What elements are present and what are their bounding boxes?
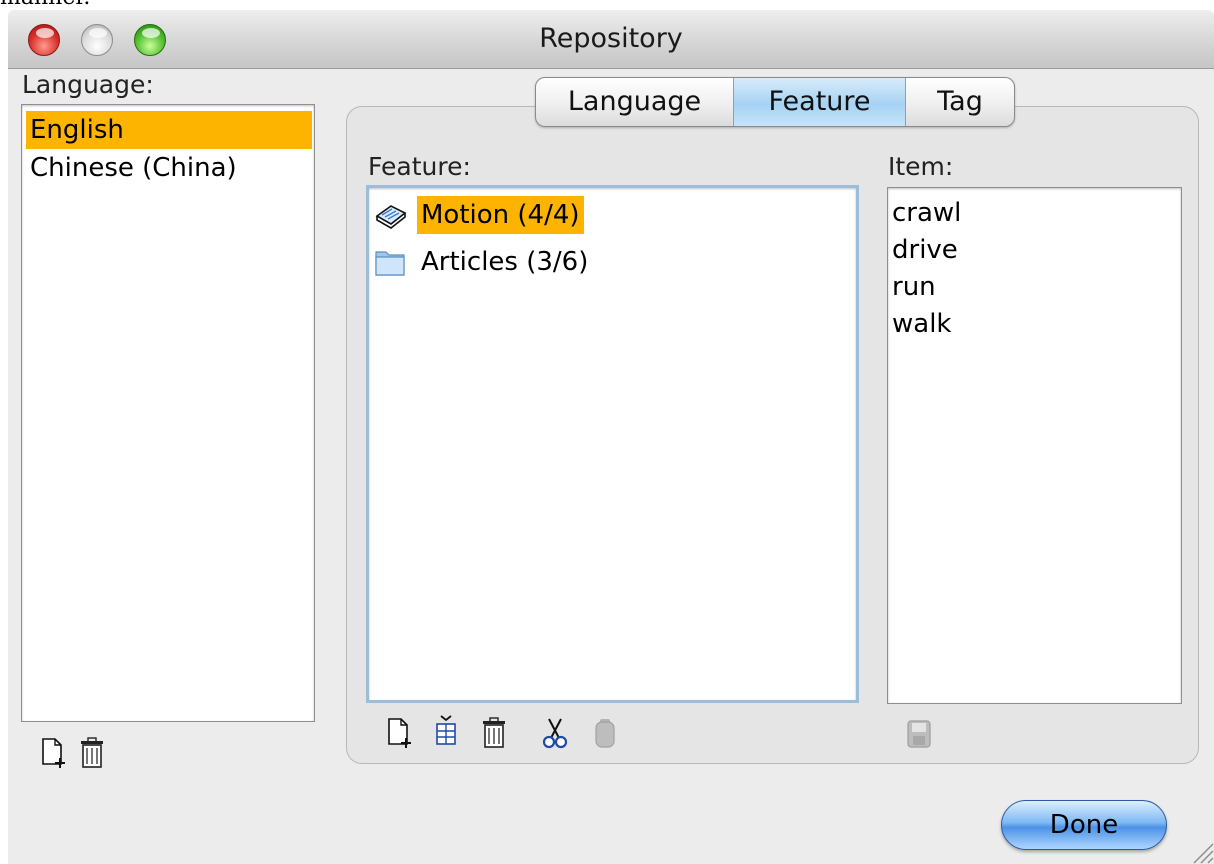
page-fragment-text: manner. xyxy=(0,0,140,10)
book-icon xyxy=(375,205,407,229)
resize-grip-icon[interactable] xyxy=(1186,836,1214,864)
item-list[interactable]: crawl drive run walk xyxy=(887,187,1182,704)
item-list-label: Item: xyxy=(888,152,954,181)
tree-node-motion-label[interactable]: Motion (4/4) xyxy=(417,196,584,234)
item-run[interactable]: run xyxy=(892,268,936,306)
item-walk[interactable]: walk xyxy=(892,305,951,343)
language-list-label: Language: xyxy=(22,70,154,99)
feature-tree[interactable]: Motion (4/4) Articles (3/6) xyxy=(366,185,859,703)
tab-feature[interactable]: Feature xyxy=(734,78,906,126)
language-item-english[interactable]: English xyxy=(26,111,312,149)
new-document-icon[interactable] xyxy=(40,736,68,770)
done-button[interactable]: Done xyxy=(1001,800,1167,850)
window-title: Repository xyxy=(539,23,683,54)
repository-window: Repository Language: English Chinese (Ch… xyxy=(8,10,1214,864)
title-bar[interactable]: Repository xyxy=(8,10,1214,69)
tab-tag[interactable]: Tag xyxy=(906,78,1014,126)
item-crawl[interactable]: crawl xyxy=(892,194,961,232)
item-drive[interactable]: drive xyxy=(892,231,958,269)
trash-icon[interactable] xyxy=(480,716,508,750)
language-item-chinese[interactable]: Chinese (China) xyxy=(26,149,312,187)
paste-icon[interactable] xyxy=(591,716,619,750)
cut-icon[interactable] xyxy=(541,716,569,750)
language-list[interactable]: English Chinese (China) xyxy=(21,104,315,722)
trash-icon[interactable] xyxy=(78,736,106,770)
new-document-icon[interactable] xyxy=(386,716,414,750)
feature-tree-label: Feature: xyxy=(368,152,471,181)
tab-language[interactable]: Language xyxy=(536,78,734,126)
tree-node-articles-label[interactable]: Articles (3/6) xyxy=(417,243,592,281)
folder-icon xyxy=(375,251,405,276)
insert-column-icon[interactable] xyxy=(432,714,460,748)
tab-bar: Language Feature Tag xyxy=(535,77,1015,127)
save-icon[interactable] xyxy=(905,718,933,752)
